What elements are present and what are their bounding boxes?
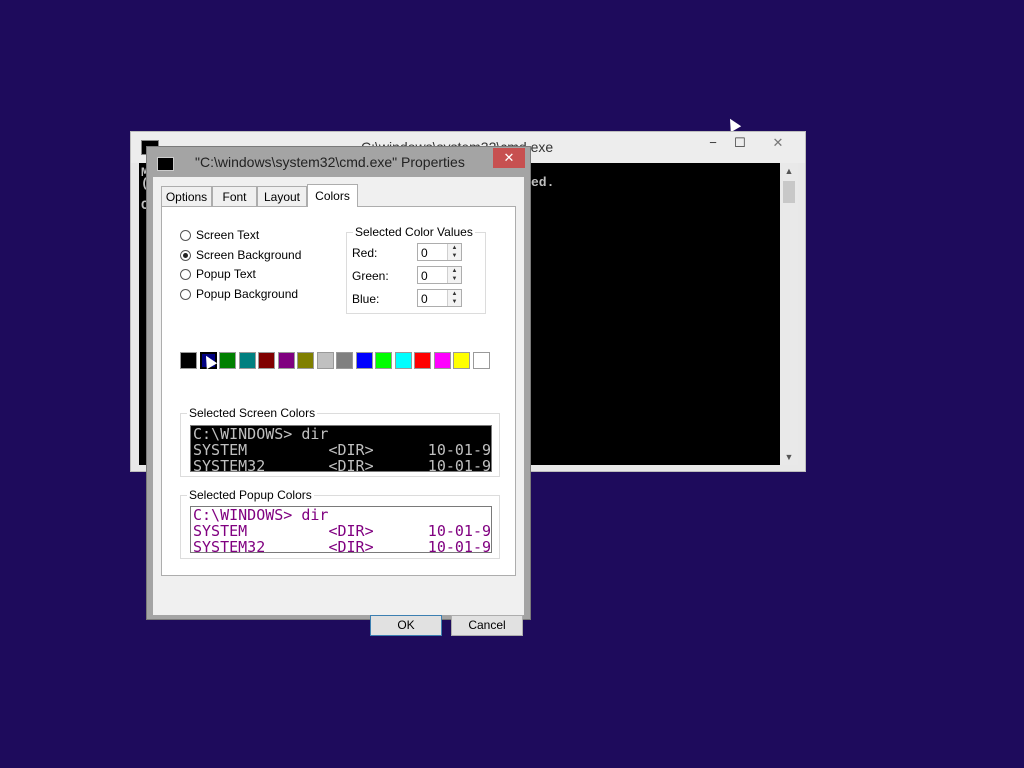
radio-screen-background[interactable]: Screen Background [180, 248, 301, 264]
radio-screen-text[interactable]: Screen Text [180, 228, 259, 244]
group-title: Selected Screen Colors [187, 406, 318, 420]
color-swatch-teal[interactable] [238, 352, 256, 369]
spinner-arrows-icon[interactable]: ▲ ▼ [447, 290, 461, 306]
radio-circle-icon[interactable] [180, 289, 191, 301]
cancel-button[interactable]: Cancel [451, 615, 523, 636]
dialog-title: "C:\windows\system32\cmd.exe" Properties [195, 154, 465, 170]
color-swatch-olive[interactable] [297, 352, 314, 369]
tab-font[interactable]: Font [212, 186, 257, 206]
tab-colors[interactable]: Colors [307, 184, 358, 207]
green-spinner[interactable]: 0 ▲ ▼ [417, 266, 462, 284]
preview-line: C:\WINDOWS> dir [193, 425, 329, 443]
scrollbar-thumb[interactable] [783, 181, 795, 203]
color-swatch-fuchsia[interactable] [433, 352, 451, 369]
radio-circle-icon[interactable] [180, 230, 191, 242]
dialog-close-button[interactable]: ✕ [493, 148, 525, 168]
maximize-button[interactable]: ☐ [727, 133, 753, 153]
green-value[interactable]: 0 [421, 269, 428, 283]
group-title: Selected Color Values [353, 225, 475, 239]
screen-colors-preview: C:\WINDOWS> dir SYSTEM <DIR> 10-01-9 SYS… [190, 425, 492, 472]
color-swatch-green[interactable] [219, 352, 236, 369]
selected-color-values-group: Selected Color Values Red: 0 ▲ ▼ Green: 0… [346, 225, 486, 314]
colors-tab-panel: Screen Text Screen Background Popup Text… [161, 206, 516, 576]
preview-line: SYSTEM32 <DIR> 10-01-9 [193, 538, 492, 553]
color-swatch-white[interactable] [472, 352, 490, 369]
radio-label: Screen Background [196, 248, 302, 262]
selected-popup-colors-group: Selected Popup Colors C:\WINDOWS> dir SY… [180, 488, 500, 559]
radio-popup-background[interactable]: Popup Background [180, 287, 298, 303]
blue-label: Blue: [352, 292, 380, 306]
group-title: Selected Popup Colors [187, 488, 314, 502]
color-swatch-yellow[interactable] [453, 352, 470, 369]
red-spinner[interactable]: 0 ▲ ▼ [417, 243, 462, 261]
minimize-button[interactable]: − [701, 133, 725, 153]
tab-layout[interactable]: Layout [257, 186, 307, 206]
color-swatch-aqua[interactable] [394, 352, 412, 369]
properties-dialog[interactable]: "C:\windows\system32\cmd.exe" Properties… [146, 146, 531, 636]
blue-spinner[interactable]: 0 ▲ ▼ [417, 289, 462, 307]
console-text: ed. [531, 175, 555, 190]
console-app-icon[interactable] [157, 157, 174, 171]
color-swatch-lime[interactable] [375, 352, 392, 369]
radio-label: Popup Background [196, 287, 299, 301]
tab-options[interactable]: Options [161, 186, 212, 206]
radio-popup-text[interactable]: Popup Text [180, 267, 256, 283]
radio-label: Popup Text [196, 267, 256, 281]
radio-label: Screen Text [196, 228, 260, 242]
color-swatch-silver[interactable] [316, 352, 334, 369]
red-value[interactable]: 0 [421, 246, 428, 260]
radio-circle-icon[interactable] [180, 269, 191, 281]
console-scrollbar[interactable]: ▲ ▼ [780, 163, 798, 465]
preview-line: C:\WINDOWS> dir [193, 506, 329, 524]
green-label: Green: [352, 269, 389, 283]
color-swatch-blue[interactable] [355, 352, 373, 369]
color-swatch-red[interactable] [414, 352, 431, 369]
preview-line: SYSTEM <DIR> 10-01-9 [193, 441, 492, 459]
close-button[interactable]: ✕ [755, 133, 801, 153]
spinner-arrows-icon[interactable]: ▲ ▼ [447, 244, 461, 260]
preview-line: SYSTEM32 <DIR> 10-01-9 [193, 457, 492, 472]
spinner-arrows-icon[interactable]: ▲ ▼ [447, 267, 461, 283]
scroll-up-arrow-icon[interactable]: ▲ [780, 163, 798, 179]
dialog-body: Options Font Layout Colors Screen Text S… [153, 177, 524, 636]
selected-screen-colors-group: Selected Screen Colors C:\WINDOWS> dir S… [180, 406, 500, 477]
blue-value[interactable]: 0 [421, 292, 428, 306]
color-swatch-purple[interactable] [277, 352, 295, 369]
preview-line: SYSTEM <DIR> 10-01-9 [193, 522, 492, 540]
popup-colors-preview: C:\WINDOWS> dir SYSTEM <DIR> 10-01-9 SYS… [190, 506, 492, 553]
scroll-down-arrow-icon[interactable]: ▼ [780, 449, 798, 465]
mouse-cursor-icon [724, 115, 742, 133]
color-swatch-maroon[interactable] [258, 352, 275, 369]
red-label: Red: [352, 246, 378, 260]
color-swatch-gray[interactable] [336, 352, 353, 369]
ok-button[interactable]: OK [370, 615, 442, 636]
radio-selected-icon[interactable] [180, 250, 191, 262]
color-swatch-black[interactable] [180, 352, 197, 369]
